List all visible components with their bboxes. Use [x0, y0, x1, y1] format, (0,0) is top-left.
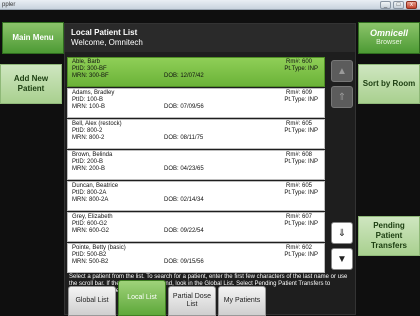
scroll-top-button[interactable]: ⇑ [331, 86, 353, 108]
patient-id: PtID: 600-G2 [72, 221, 108, 227]
patient-mrn: MRN: 600-G2 [72, 228, 110, 234]
pending-transfers-label: Pending Patient Transfers [370, 221, 408, 250]
patient-dob: DOB: 09/22/54 [164, 228, 204, 234]
patient-row[interactable]: Brown, Belinda PtID: 200-B MRN: 200-B DOB: … [67, 150, 325, 180]
patient-name: Grey, Elizabeth [72, 214, 113, 220]
patient-id: PtID: 800-2 [72, 128, 103, 134]
patient-mrn: MRN: 200-B [72, 166, 106, 172]
main-menu-label: Main Menu [12, 33, 54, 42]
add-new-patient-label: Add New Patient [13, 74, 49, 93]
maximize-button[interactable]: □ [393, 1, 404, 9]
patient-type: Pt.Type: INP [284, 97, 318, 103]
patient-dob: DOB: 02/14/34 [164, 197, 204, 203]
patient-list-panel: Local Patient List Welcome, Omnitech Abl… [64, 23, 356, 315]
tab-label: Local List [127, 294, 157, 301]
patient-name: Pointe, Betty (basic) [72, 245, 126, 251]
window-titlebar: ppler _ □ x [0, 0, 420, 10]
patient-id: PtID: 300-BF [72, 66, 107, 72]
patient-mrn: MRN: 100-B [72, 104, 106, 110]
list-header: Local Patient List Welcome, Omnitech [65, 24, 355, 52]
room-number: Rm#: 602 [285, 245, 312, 251]
room-number: Rm#: 600 [285, 59, 312, 65]
room-number: Rm#: 609 [285, 90, 312, 96]
tab-label: Partial Dose List [172, 293, 212, 308]
add-new-patient-button[interactable]: Add New Patient [0, 64, 62, 104]
window-title: ppler [2, 2, 16, 8]
patient-dob: DOB: 08/11/75 [164, 135, 204, 141]
room-number: Rm#: 607 [285, 214, 312, 220]
patient-id: PtID: 500-B2 [72, 252, 107, 258]
scroll-bottom-button[interactable]: ⇓ [331, 222, 353, 244]
patient-name: Brown, Belinda [72, 152, 113, 158]
patient-id: PtID: 800-2A [72, 190, 107, 196]
patient-id: PtID: 100-B [72, 97, 104, 103]
patient-id: PtID: 200-B [72, 159, 104, 165]
welcome-text: Welcome, Omnitech [71, 38, 143, 47]
omnicell-logo: Omnicell [369, 28, 408, 38]
patient-type: Pt.Type: INP [284, 221, 318, 227]
minimize-button[interactable]: _ [380, 1, 391, 9]
patient-type: Pt.Type: INP [284, 252, 318, 258]
pending-transfers-button[interactable]: Pending Patient Transfers [358, 216, 420, 256]
patient-dob: DOB: 04/23/65 [164, 166, 204, 172]
patient-mrn: MRN: 300-BF [72, 73, 109, 79]
patient-name: Adams, Bradley [72, 90, 115, 96]
patient-dob: DOB: 09/15/56 [164, 259, 204, 265]
tab-global-list[interactable]: Global List [68, 286, 116, 316]
patient-mrn: MRN: 500-B2 [72, 259, 109, 265]
omnicell-browser-button[interactable]: Omnicell Browser [358, 22, 420, 54]
patient-row[interactable]: Grey, Elizabeth PtID: 600-G2 MRN: 600-G2 DO… [67, 212, 325, 242]
patient-type: Pt.Type: INP [284, 66, 318, 72]
patient-mrn: MRN: 800-2 [72, 135, 105, 141]
browser-label: Browser [376, 39, 402, 46]
patient-row[interactable]: Pointe, Betty (basic) PtID: 500-B2 MRN: 50… [67, 243, 325, 273]
patient-name: Able, Barb [72, 59, 101, 65]
tab-label: Global List [75, 297, 109, 304]
app-stage: Main Menu Add New Patient Omnicell Brows… [0, 10, 420, 316]
scroll-page-down-button[interactable]: ▼ [331, 248, 353, 270]
patient-name: Duncan, Beatrice [72, 183, 119, 189]
close-button[interactable]: x [406, 1, 417, 9]
patient-row[interactable]: Able, Barb PtID: 300-BF MRN: 300-BF DOB: 12… [67, 57, 325, 87]
patient-type: Pt.Type: INP [284, 159, 318, 165]
patient-dob: DOB: 07/09/56 [164, 104, 204, 110]
patient-type: Pt.Type: INP [284, 190, 318, 196]
sort-by-room-label: Sort by Room [362, 79, 416, 88]
patient-dob: DOB: 12/07/42 [164, 73, 204, 79]
sort-by-room-button[interactable]: Sort by Room [358, 64, 420, 104]
patient-row[interactable]: Adams, Bradley PtID: 100-B MRN: 100-B DOB: … [67, 88, 325, 118]
patient-mrn: MRN: 800-2A [72, 197, 109, 203]
patient-name: Bell, Alex (restock) [72, 121, 122, 127]
scroll-page-up-button[interactable]: ▲ [331, 60, 353, 82]
room-number: Rm#: 608 [285, 152, 312, 158]
list-title: Local Patient List [71, 28, 138, 37]
tab-my-patients[interactable]: My Patients [218, 286, 266, 316]
list-tabs: Global List Local List Partial Dose List My… [64, 280, 274, 316]
patient-row[interactable]: Bell, Alex (restock) PtID: 800-2 MRN: 800-… [67, 119, 325, 149]
tab-local-list[interactable]: Local List [118, 280, 166, 316]
patient-type: Pt.Type: INP [284, 128, 318, 134]
room-number: Rm#: 605 [285, 121, 312, 127]
tab-label: My Patients [223, 297, 261, 304]
main-menu-button[interactable]: Main Menu [2, 22, 64, 54]
patient-row[interactable]: Duncan, Beatrice PtID: 800-2A MRN: 800-2A D… [67, 181, 325, 211]
room-number: Rm#: 605 [285, 183, 312, 189]
tab-partial-dose-list[interactable]: Partial Dose List [168, 286, 216, 316]
